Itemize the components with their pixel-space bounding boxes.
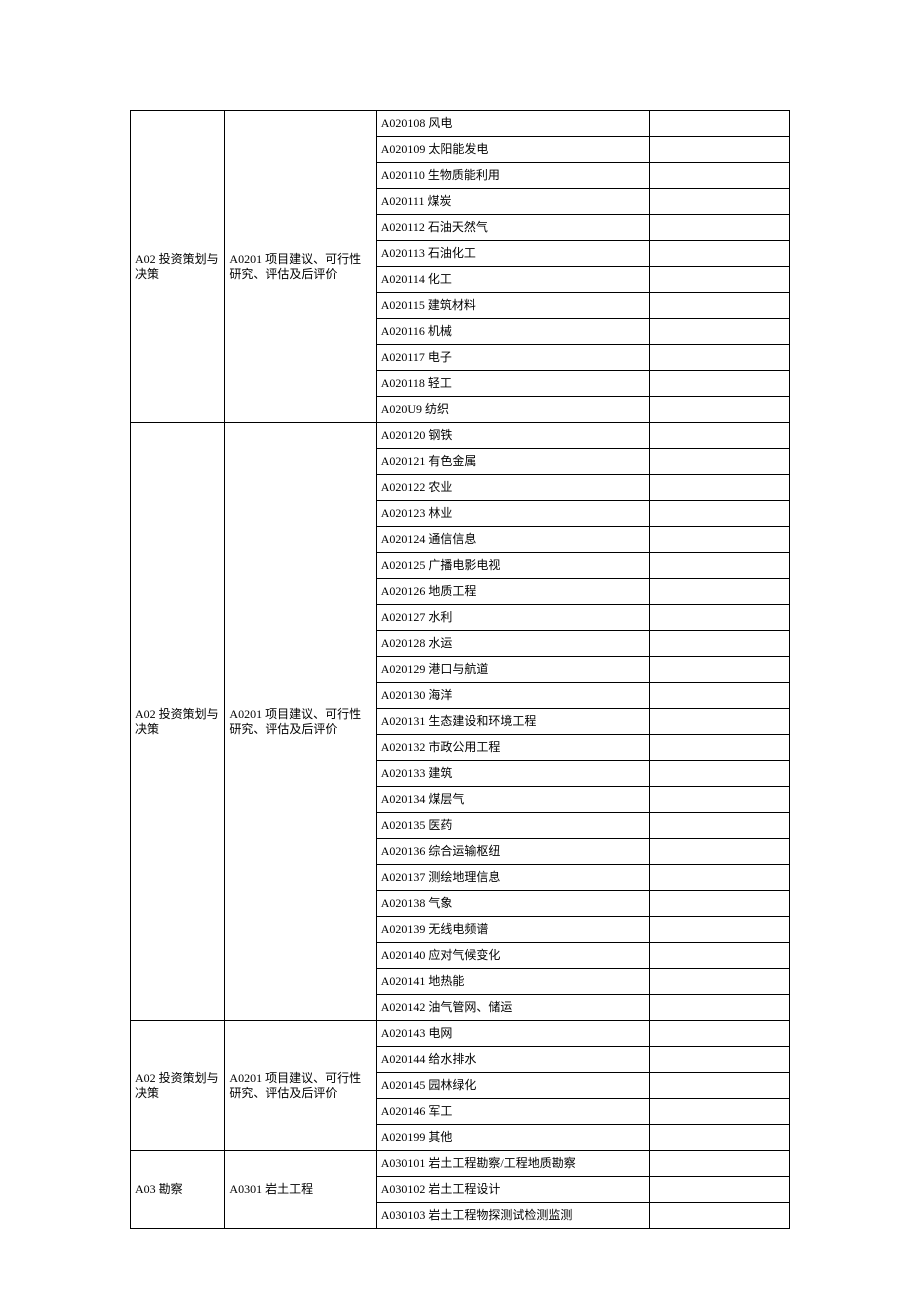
empty-cell: [650, 1021, 790, 1047]
category-level3: A020129 港口与航道: [376, 657, 650, 683]
empty-cell: [650, 189, 790, 215]
category-level2: A0201 项目建议、可行性研究、评估及后评价: [225, 1021, 376, 1151]
category-level3: A020116 机械: [376, 319, 650, 345]
empty-cell: [650, 735, 790, 761]
category-level3: A020112 石油天然气: [376, 215, 650, 241]
category-level3: A020130 海洋: [376, 683, 650, 709]
category-level3: A020122 农业: [376, 475, 650, 501]
empty-cell: [650, 553, 790, 579]
empty-cell: [650, 137, 790, 163]
empty-cell: [650, 631, 790, 657]
empty-cell: [650, 787, 790, 813]
category-level3: A020144 给水排水: [376, 1047, 650, 1073]
category-level3: A020109 太阳能发电: [376, 137, 650, 163]
empty-cell: [650, 163, 790, 189]
empty-cell: [650, 605, 790, 631]
category-level3: A020124 通信信息: [376, 527, 650, 553]
empty-cell: [650, 527, 790, 553]
empty-cell: [650, 995, 790, 1021]
empty-cell: [650, 657, 790, 683]
empty-cell: [650, 449, 790, 475]
table-row: A03 勘察A0301 岩土工程A030101 岩土工程勘察/工程地质勘察: [131, 1151, 790, 1177]
category-level3: A020113 石油化工: [376, 241, 650, 267]
category-level3: A020125 广播电影电视: [376, 553, 650, 579]
category-level3: A020120 钢铁: [376, 423, 650, 449]
category-level3: A020142 油气管网、储运: [376, 995, 650, 1021]
empty-cell: [650, 111, 790, 137]
category-level3: A020143 电网: [376, 1021, 650, 1047]
category-level2: A0201 项目建议、可行性研究、评估及后评价: [225, 423, 376, 1021]
empty-cell: [650, 1047, 790, 1073]
empty-cell: [650, 371, 790, 397]
category-level3: A020108 风电: [376, 111, 650, 137]
empty-cell: [650, 501, 790, 527]
category-level3: A020U9 纺织: [376, 397, 650, 423]
category-level3: A020135 医药: [376, 813, 650, 839]
category-level3: A020114 化工: [376, 267, 650, 293]
empty-cell: [650, 1203, 790, 1229]
category-level3: A020111 煤炭: [376, 189, 650, 215]
category-level3: A020137 测绘地理信息: [376, 865, 650, 891]
empty-cell: [650, 345, 790, 371]
category-level2: A0201 项目建议、可行性研究、评估及后评价: [225, 111, 376, 423]
empty-cell: [650, 475, 790, 501]
category-level3: A030101 岩土工程勘察/工程地质勘察: [376, 1151, 650, 1177]
category-level1: A02 投资策划与决策: [131, 111, 225, 423]
category-level3: A020118 轻工: [376, 371, 650, 397]
category-level3: A030102 岩土工程设计: [376, 1177, 650, 1203]
category-level3: A020145 园林绿化: [376, 1073, 650, 1099]
table-row: A02 投资策划与决策A0201 项目建议、可行性研究、评估及后评价A02012…: [131, 423, 790, 449]
category-level3: A020110 生物质能利用: [376, 163, 650, 189]
empty-cell: [650, 1125, 790, 1151]
empty-cell: [650, 865, 790, 891]
category-level3: A030103 岩土工程物探测试检测监测: [376, 1203, 650, 1229]
empty-cell: [650, 267, 790, 293]
category-level1: A03 勘察: [131, 1151, 225, 1229]
table-row: A02 投资策划与决策A0201 项目建议、可行性研究、评估及后评价A02014…: [131, 1021, 790, 1047]
empty-cell: [650, 761, 790, 787]
empty-cell: [650, 1177, 790, 1203]
empty-cell: [650, 423, 790, 449]
category-level1: A02 投资策划与决策: [131, 1021, 225, 1151]
empty-cell: [650, 241, 790, 267]
empty-cell: [650, 839, 790, 865]
empty-cell: [650, 1099, 790, 1125]
category-level3: A020115 建筑材料: [376, 293, 650, 319]
table-row: A02 投资策划与决策A0201 项目建议、可行性研究、评估及后评价A02010…: [131, 111, 790, 137]
empty-cell: [650, 397, 790, 423]
empty-cell: [650, 683, 790, 709]
category-level3: A020141 地热能: [376, 969, 650, 995]
category-level3: A020117 电子: [376, 345, 650, 371]
empty-cell: [650, 969, 790, 995]
category-level3: A020138 气象: [376, 891, 650, 917]
category-level3: A020131 生态建设和环境工程: [376, 709, 650, 735]
empty-cell: [650, 319, 790, 345]
empty-cell: [650, 1073, 790, 1099]
category-level3: A020121 有色金属: [376, 449, 650, 475]
empty-cell: [650, 813, 790, 839]
empty-cell: [650, 1151, 790, 1177]
empty-cell: [650, 891, 790, 917]
category-level3: A020123 林业: [376, 501, 650, 527]
category-level3: A020133 建筑: [376, 761, 650, 787]
category-level3: A020132 市政公用工程: [376, 735, 650, 761]
empty-cell: [650, 943, 790, 969]
category-level3: A020127 水利: [376, 605, 650, 631]
category-level2: A0301 岩土工程: [225, 1151, 376, 1229]
category-level3: A020199 其他: [376, 1125, 650, 1151]
category-level3: A020139 无线电频谱: [376, 917, 650, 943]
empty-cell: [650, 709, 790, 735]
empty-cell: [650, 215, 790, 241]
category-level3: A020136 综合运输枢纽: [376, 839, 650, 865]
classification-table: A02 投资策划与决策A0201 项目建议、可行性研究、评估及后评价A02010…: [130, 110, 790, 1229]
category-level3: A020146 军工: [376, 1099, 650, 1125]
category-level3: A020128 水运: [376, 631, 650, 657]
category-level3: A020126 地质工程: [376, 579, 650, 605]
empty-cell: [650, 917, 790, 943]
empty-cell: [650, 579, 790, 605]
empty-cell: [650, 293, 790, 319]
category-level3: A020134 煤层气: [376, 787, 650, 813]
category-level1: A02 投资策划与决策: [131, 423, 225, 1021]
category-level3: A020140 应对气候变化: [376, 943, 650, 969]
